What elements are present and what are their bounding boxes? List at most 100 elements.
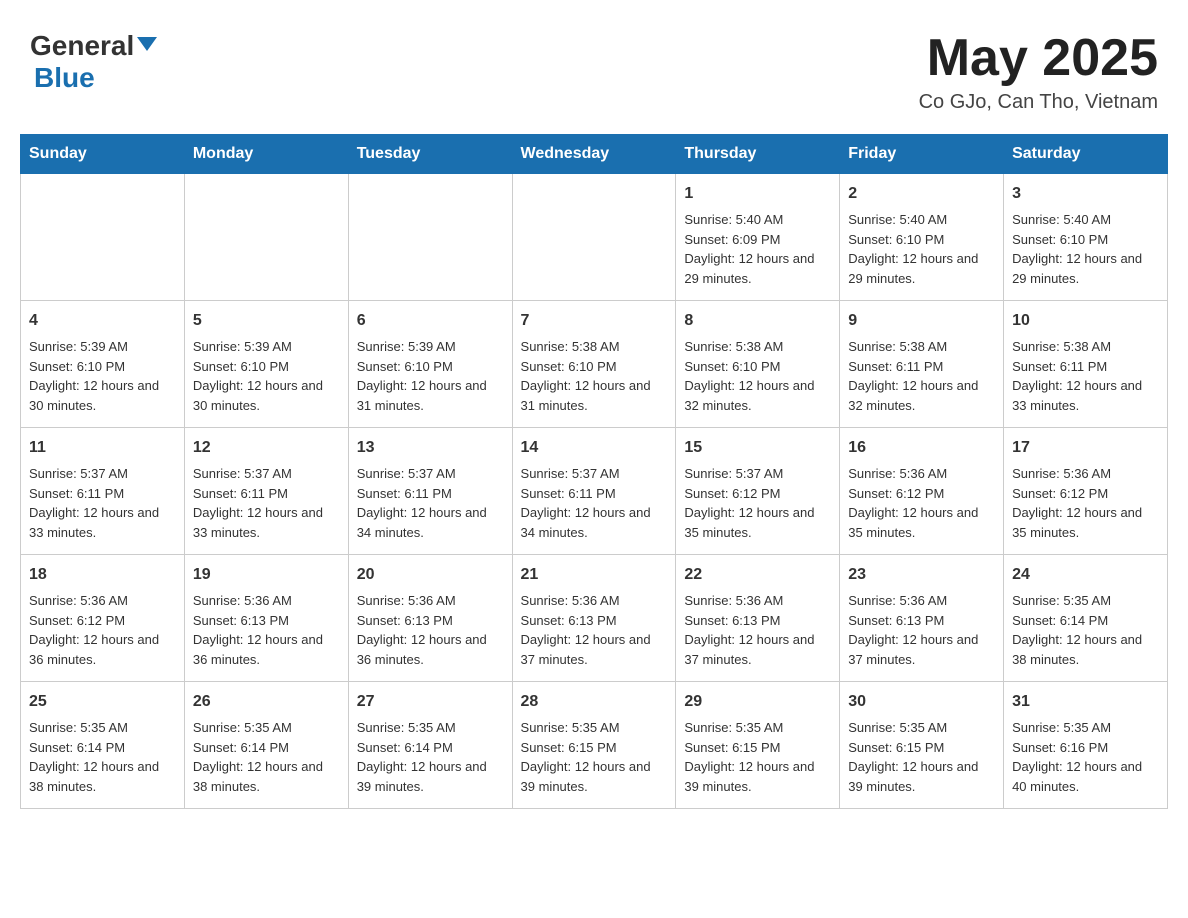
daylight-text: Daylight: 12 hours and 35 minutes. bbox=[684, 503, 831, 542]
table-row: 13Sunrise: 5:37 AMSunset: 6:11 PMDayligh… bbox=[348, 428, 512, 555]
sunset-text: Sunset: 6:13 PM bbox=[848, 611, 995, 631]
daylight-text: Daylight: 12 hours and 31 minutes. bbox=[521, 376, 668, 415]
table-row: 9Sunrise: 5:38 AMSunset: 6:11 PMDaylight… bbox=[840, 301, 1004, 428]
table-row: 31Sunrise: 5:35 AMSunset: 6:16 PMDayligh… bbox=[1004, 682, 1168, 809]
sunrise-text: Sunrise: 5:38 AM bbox=[684, 337, 831, 357]
sunset-text: Sunset: 6:15 PM bbox=[521, 738, 668, 758]
sunrise-text: Sunrise: 5:40 AM bbox=[1012, 210, 1159, 230]
sunrise-text: Sunrise: 5:35 AM bbox=[29, 718, 176, 738]
daylight-text: Daylight: 12 hours and 35 minutes. bbox=[848, 503, 995, 542]
day-number: 26 bbox=[193, 690, 340, 714]
day-number: 22 bbox=[684, 563, 831, 587]
sunrise-text: Sunrise: 5:39 AM bbox=[357, 337, 504, 357]
day-number: 2 bbox=[848, 182, 995, 206]
daylight-text: Daylight: 12 hours and 37 minutes. bbox=[521, 630, 668, 669]
calendar-week-row: 18 Sunrise: 5:36 AM Sunset: 6:12 PM Dayligh… bbox=[21, 555, 1168, 682]
table-row: 1Sunrise: 5:40 AMSunset: 6:09 PMDaylight… bbox=[676, 174, 840, 301]
daylight-text: Daylight: 12 hours and 33 minutes. bbox=[29, 503, 176, 542]
sunrise-text: Sunrise: 5:39 AM bbox=[193, 337, 340, 357]
header-thursday: Thursday bbox=[676, 135, 840, 174]
calendar-week-row: 11Sunrise: 5:37 AMSunset: 6:11 PMDayligh… bbox=[21, 428, 1168, 555]
sunrise-text: Sunrise: 5:39 AM bbox=[29, 337, 176, 357]
sunset-text: Sunset: 6:10 PM bbox=[29, 357, 176, 377]
sunset-text: Sunset: 6:14 PM bbox=[1012, 611, 1159, 631]
logo-general-text: General bbox=[30, 30, 134, 62]
day-number: 1 bbox=[684, 182, 831, 206]
daylight-text: Daylight: 12 hours and 33 minutes. bbox=[193, 503, 340, 542]
sunrise-text: Sunrise: 5:36 AM bbox=[1012, 464, 1159, 484]
daylight-text: Daylight: 12 hours and 35 minutes. bbox=[1012, 503, 1159, 542]
sunrise-text: Sunrise: 5:36 AM bbox=[684, 591, 831, 611]
daylight-text: Daylight: 12 hours and 29 minutes. bbox=[848, 249, 995, 288]
header-wednesday: Wednesday bbox=[512, 135, 676, 174]
table-row: 12 Sunrise: 5:37 AMSunset: 6:11 PMDayligh… bbox=[184, 428, 348, 555]
sunset-text: Sunset: 6:10 PM bbox=[521, 357, 668, 377]
sunset-text: Sunset: 6:11 PM bbox=[29, 484, 176, 504]
table-row: 26Sunrise: 5:35 AMSunset: 6:14 PMDayligh… bbox=[184, 682, 348, 809]
sunset-text: Sunset: 6:11 PM bbox=[193, 484, 340, 504]
page-header: General Blue May 2025 Co GJo, Can Tho, V… bbox=[20, 20, 1168, 114]
sunset-text: Sunset: 6:14 PM bbox=[357, 738, 504, 758]
table-row bbox=[184, 174, 348, 301]
title-area: May 2025 Co GJo, Can Tho, Vietnam bbox=[919, 30, 1158, 114]
table-row: 20Sunrise: 5:36 AMSunset: 6:13 PMDayligh… bbox=[348, 555, 512, 682]
location-subtitle: Co GJo, Can Tho, Vietnam bbox=[919, 91, 1158, 114]
sunset-text: Sunset: 6:13 PM bbox=[193, 611, 340, 631]
daylight-text: Daylight: 12 hours and 39 minutes. bbox=[848, 757, 995, 796]
sunset-text: Sunset: 6:13 PM bbox=[684, 611, 831, 631]
day-number: 19 bbox=[193, 563, 340, 587]
daylight-text: Daylight: 12 hours and 38 minutes. bbox=[193, 757, 340, 796]
day-number: 21 bbox=[521, 563, 668, 587]
daylight-text: Daylight: 12 hours and 29 minutes. bbox=[684, 249, 831, 288]
logo: General bbox=[30, 30, 157, 62]
sunrise-text: Sunrise: 5:35 AM bbox=[1012, 591, 1159, 611]
sunrise-text: Sunrise: 5:38 AM bbox=[1012, 337, 1159, 357]
header-saturday: Saturday bbox=[1004, 135, 1168, 174]
table-row: 29Sunrise: 5:35 AMSunset: 6:15 PMDayligh… bbox=[676, 682, 840, 809]
sunset-text: Sunset: 6:12 PM bbox=[684, 484, 831, 504]
day-number: 6 bbox=[357, 309, 504, 333]
header-tuesday: Tuesday bbox=[348, 135, 512, 174]
sunrise-text: Sunrise: 5:40 AM bbox=[684, 210, 831, 230]
table-row: 28Sunrise: 5:35 AMSunset: 6:15 PMDayligh… bbox=[512, 682, 676, 809]
sunrise-text: Sunrise: 5:37 AM bbox=[521, 464, 668, 484]
sunrise-text: Sunrise: 5:37 AM bbox=[357, 464, 504, 484]
table-row bbox=[512, 174, 676, 301]
daylight-text: Daylight: 12 hours and 36 minutes. bbox=[357, 630, 504, 669]
sunrise-text: Sunrise: 5:37 AM bbox=[193, 464, 340, 484]
daylight-text: Daylight: 12 hours and 38 minutes. bbox=[29, 757, 176, 796]
table-row bbox=[21, 174, 185, 301]
table-row: 23Sunrise: 5:36 AMSunset: 6:13 PMDayligh… bbox=[840, 555, 1004, 682]
header-sunday: Sunday bbox=[21, 135, 185, 174]
table-row: 5Sunrise: 5:39 AMSunset: 6:10 PMDaylight… bbox=[184, 301, 348, 428]
table-row: 4Sunrise: 5:39 AMSunset: 6:10 PMDaylight… bbox=[21, 301, 185, 428]
day-number: 25 bbox=[29, 690, 176, 714]
day-number: 8 bbox=[684, 309, 831, 333]
daylight-text: Daylight: 12 hours and 31 minutes. bbox=[357, 376, 504, 415]
sunrise-text: Sunrise: 5:36 AM bbox=[848, 591, 995, 611]
day-number: 24 bbox=[1012, 563, 1159, 587]
sunrise-text: Sunrise: 5:35 AM bbox=[193, 718, 340, 738]
day-number: 12 bbox=[193, 436, 340, 460]
daylight-text: Daylight: 12 hours and 34 minutes. bbox=[521, 503, 668, 542]
day-number: 3 bbox=[1012, 182, 1159, 206]
daylight-text: Daylight: 12 hours and 38 minutes. bbox=[1012, 630, 1159, 669]
table-row: 14Sunrise: 5:37 AMSunset: 6:11 PMDayligh… bbox=[512, 428, 676, 555]
sunrise-text: Sunrise: 5:35 AM bbox=[357, 718, 504, 738]
calendar-table: Sunday Monday Tuesday Wednesday Thursday… bbox=[20, 134, 1168, 809]
daylight-text: Daylight: 12 hours and 37 minutes. bbox=[848, 630, 995, 669]
day-number: 27 bbox=[357, 690, 504, 714]
table-row: 30Sunrise: 5:35 AMSunset: 6:15 PMDayligh… bbox=[840, 682, 1004, 809]
sunset-text: Sunset: 6:12 PM bbox=[29, 611, 176, 631]
sunset-text: Sunset: 6:14 PM bbox=[29, 738, 176, 758]
day-number: 18 bbox=[29, 563, 176, 587]
table-row: 21Sunrise: 5:36 AMSunset: 6:13 PMDayligh… bbox=[512, 555, 676, 682]
day-number: 17 bbox=[1012, 436, 1159, 460]
table-row bbox=[348, 174, 512, 301]
daylight-text: Daylight: 12 hours and 39 minutes. bbox=[684, 757, 831, 796]
month-title: May 2025 bbox=[919, 30, 1158, 87]
daylight-text: Daylight: 12 hours and 36 minutes. bbox=[193, 630, 340, 669]
table-row: 3Sunrise: 5:40 AMSunset: 6:10 PMDaylight… bbox=[1004, 174, 1168, 301]
day-number: 16 bbox=[848, 436, 995, 460]
sunrise-text: Sunrise: 5:40 AM bbox=[848, 210, 995, 230]
